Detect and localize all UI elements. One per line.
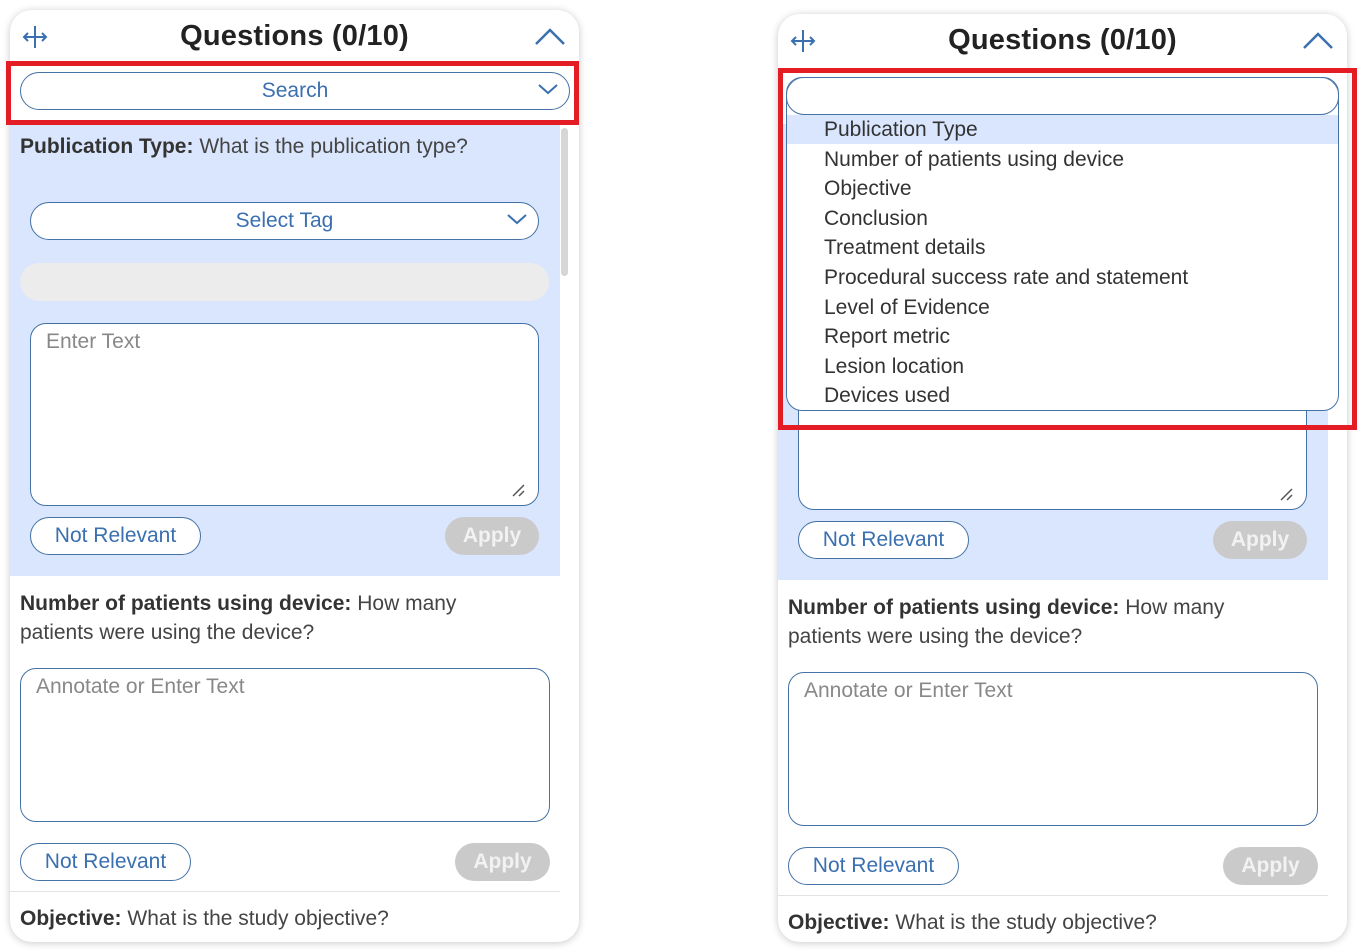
question-text: Number of patients using device: How man… xyxy=(788,593,1318,651)
select-tag-dropdown[interactable]: Select Tag xyxy=(30,202,539,240)
tag-bar xyxy=(20,263,549,301)
question-label: Objective: xyxy=(20,907,122,930)
question-text: Number of patients using device: How man… xyxy=(20,589,550,647)
divider xyxy=(10,891,560,892)
not-relevant-button[interactable]: Not Relevant xyxy=(788,847,959,885)
textarea-placeholder: Enter Text xyxy=(46,330,141,353)
chevron-up-icon[interactable] xyxy=(1301,28,1335,54)
not-relevant-button[interactable]: Not Relevant xyxy=(30,517,201,555)
resize-handle-icon[interactable] xyxy=(510,481,526,497)
question-prompt-line2: patients were using the device? xyxy=(20,621,315,644)
divider xyxy=(778,895,1328,896)
question-prompt: What is the study objective? xyxy=(127,907,389,930)
question-text: Publication Type: What is the publicatio… xyxy=(20,132,550,161)
not-relevant-button[interactable]: Not Relevant xyxy=(798,521,969,559)
question-label: Publication Type: xyxy=(20,135,194,158)
select-tag-label: Select Tag xyxy=(235,209,334,232)
question-label: Objective: xyxy=(788,911,890,934)
questions-panel-left: Questions (0/10) Search Publication Type… xyxy=(10,10,579,942)
question-prompt: How many xyxy=(357,592,457,615)
not-relevant-button[interactable]: Not Relevant xyxy=(20,843,191,881)
callout-highlight-left xyxy=(6,61,579,125)
panel-title: Questions (0/10) xyxy=(180,20,409,52)
answer-textarea[interactable]: Enter Text xyxy=(30,323,539,506)
question-text: Objective: What is the study objective? xyxy=(20,904,550,933)
callout-highlight-right xyxy=(778,68,1357,430)
question-prompt-line2: patients were using the device? xyxy=(788,625,1083,648)
chevron-down-icon xyxy=(507,214,527,225)
panel-title: Questions (0/10) xyxy=(948,24,1177,56)
question-block-publication-type: Publication Type: What is the publicatio… xyxy=(10,124,560,576)
textarea-placeholder: Annotate or Enter Text xyxy=(804,679,1013,702)
question-label: Number of patients using device: xyxy=(788,596,1120,619)
panel-header: Questions (0/10) xyxy=(778,14,1347,68)
question-prompt: What is the study objective? xyxy=(895,911,1157,934)
apply-button[interactable]: Apply xyxy=(1223,847,1318,885)
scrollbar[interactable] xyxy=(561,128,568,276)
annotate-textarea[interactable]: Annotate or Enter Text xyxy=(788,672,1318,826)
apply-button[interactable]: Apply xyxy=(445,517,539,555)
question-label: Number of patients using device: xyxy=(20,592,352,615)
question-prompt: What is the publication type? xyxy=(199,135,468,158)
resize-handle-icon[interactable] xyxy=(1278,485,1294,501)
chevron-up-icon[interactable] xyxy=(533,24,567,50)
question-text: Objective: What is the study objective? xyxy=(788,908,1318,937)
annotate-textarea[interactable]: Annotate or Enter Text xyxy=(20,668,550,822)
question-prompt: How many xyxy=(1125,596,1225,619)
apply-button[interactable]: Apply xyxy=(455,843,550,881)
panel-header: Questions (0/10) xyxy=(10,10,579,64)
textarea-placeholder: Annotate or Enter Text xyxy=(36,675,245,698)
apply-button[interactable]: Apply xyxy=(1213,521,1307,559)
